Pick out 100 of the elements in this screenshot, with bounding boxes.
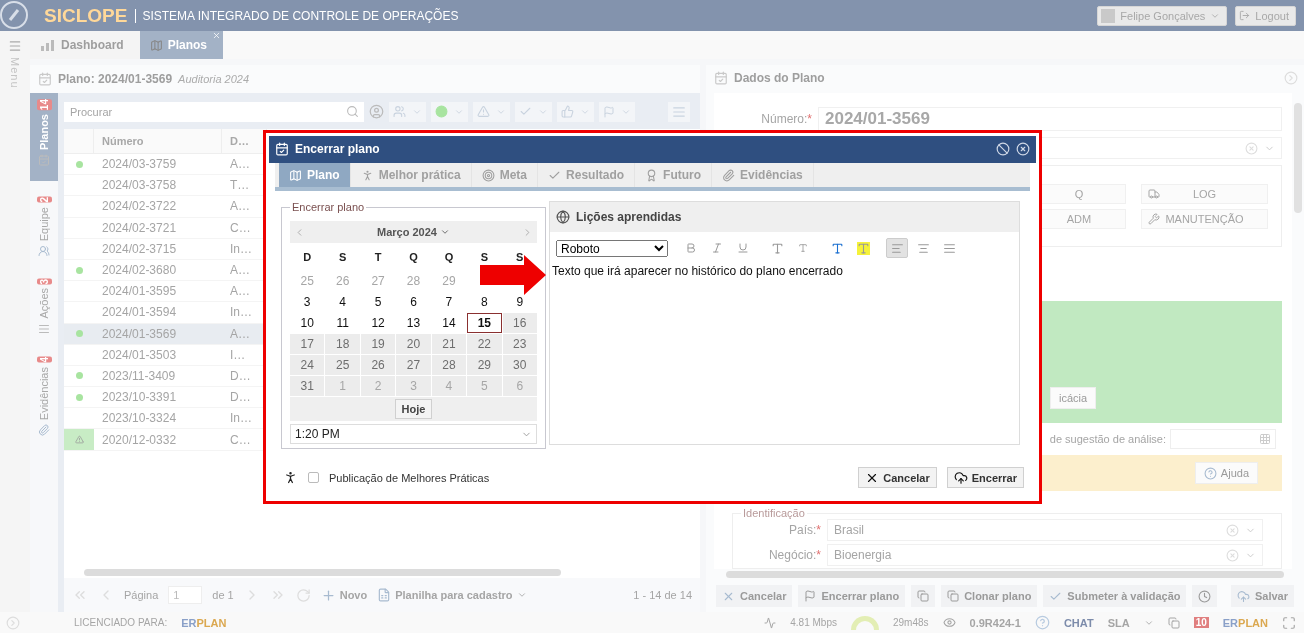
side-tab[interactable]: 14 Planos bbox=[30, 93, 58, 181]
weekday-label: Q bbox=[443, 250, 455, 266]
date-field[interactable] bbox=[1170, 429, 1276, 450]
team-icon bbox=[393, 105, 406, 118]
close-plan-button[interactable]: Encerrar bbox=[946, 467, 1024, 489]
dialog-tab[interactable]: Futuro bbox=[635, 162, 713, 188]
list-icon bbox=[38, 322, 50, 335]
action-button[interactable]: Clonar plano bbox=[941, 585, 1038, 608]
action-button[interactable]: Encerrar plano bbox=[798, 585, 906, 608]
efficacy-button[interactable]: icácia bbox=[1050, 387, 1097, 410]
like-filter-button[interactable] bbox=[557, 101, 594, 122]
warning-icon bbox=[74, 435, 84, 445]
table-cell-text: In… bbox=[229, 410, 253, 428]
page-label: Página bbox=[124, 589, 159, 601]
history-button[interactable] bbox=[1192, 585, 1218, 608]
table-cell-text: 2024/03-3758 bbox=[101, 177, 178, 195]
month-picker[interactable]: Março 2024 bbox=[371, 225, 456, 240]
align-left-icon[interactable] bbox=[886, 238, 908, 259]
view-icon bbox=[942, 616, 956, 629]
help-icon[interactable] bbox=[1034, 615, 1050, 630]
table-cell-text: 2024/02-3722 bbox=[101, 198, 178, 216]
group-legend: Encerrar plano bbox=[290, 201, 367, 214]
menu-icon[interactable] bbox=[8, 39, 22, 53]
block-icon[interactable] bbox=[996, 142, 1010, 157]
copy-button[interactable] bbox=[911, 585, 936, 608]
alert-filter-button[interactable] bbox=[473, 101, 510, 122]
table-cell-text: A… bbox=[229, 198, 251, 216]
dialog-tab[interactable]: Resultado bbox=[538, 162, 636, 188]
action-button[interactable]: Salvar bbox=[1230, 585, 1294, 608]
field-label: Negócio:* bbox=[767, 548, 821, 563]
wrench-icon bbox=[1148, 212, 1160, 225]
dialog-tab[interactable]: Meta bbox=[471, 162, 539, 188]
status-filter-button[interactable] bbox=[431, 101, 468, 122]
table-cell-text: 2024/02-3715 bbox=[101, 240, 178, 258]
spreadsheet-icon bbox=[377, 588, 392, 602]
tab[interactable]: Dashboard bbox=[30, 31, 140, 59]
flag-icon bbox=[804, 590, 817, 603]
refresh-icon[interactable] bbox=[295, 587, 311, 603]
user-filter-icon[interactable] bbox=[369, 104, 384, 119]
search-field[interactable]: Procurar bbox=[64, 101, 364, 122]
logout-button[interactable]: Logout bbox=[1235, 5, 1296, 26]
cancel-button[interactable]: Cancelar bbox=[858, 467, 937, 489]
clear-icon[interactable] bbox=[1226, 523, 1239, 537]
flag-filter-button[interactable] bbox=[599, 101, 635, 122]
module-button[interactable]: MANUTENÇÃO bbox=[1141, 208, 1268, 229]
clear-icon[interactable] bbox=[1245, 141, 1258, 155]
action-button[interactable]: Submeter à validação bbox=[1043, 585, 1187, 608]
table-cell-text: 2024/01-3594 bbox=[101, 304, 178, 322]
clear-icon[interactable] bbox=[1226, 548, 1239, 562]
team-icon bbox=[38, 244, 50, 257]
page-count: de 1 bbox=[212, 589, 234, 601]
calendar-grid-icon bbox=[1259, 433, 1271, 446]
select-field[interactable]: Bioenergia bbox=[827, 544, 1263, 567]
team-filter-button[interactable] bbox=[389, 101, 426, 122]
panel-subtitle: Auditoria 2024 bbox=[178, 73, 250, 85]
search-icon bbox=[346, 104, 359, 118]
page-field[interactable]: 1 bbox=[168, 586, 203, 604]
columns-button[interactable] bbox=[668, 101, 690, 122]
target-icon bbox=[481, 168, 495, 182]
table-cell-text: D… bbox=[229, 389, 252, 407]
column-header[interactable]: Número bbox=[94, 129, 222, 153]
dialog-tab[interactable]: Melhor prática bbox=[350, 162, 472, 188]
side-tab[interactable]: 4 Evidências bbox=[30, 350, 58, 442]
action-button[interactable]: Cancelar bbox=[716, 585, 793, 608]
side-tab[interactable]: 3 Ações bbox=[30, 272, 58, 341]
side-tab[interactable]: 2 Equipe bbox=[30, 191, 58, 263]
plus-icon bbox=[320, 587, 336, 603]
chat-link[interactable]: CHAT bbox=[1063, 616, 1094, 629]
today-button[interactable]: Hoje bbox=[394, 399, 433, 420]
map-icon bbox=[289, 168, 302, 182]
table-cell-text: 2023/10-3324 bbox=[101, 410, 178, 428]
table-cell-text: 2024/01-3569 bbox=[101, 325, 178, 343]
weekday-label: S bbox=[337, 250, 348, 266]
dialog-tab[interactable]: Evidências bbox=[712, 162, 814, 188]
check-filter-button[interactable] bbox=[515, 101, 552, 122]
dialog-tab[interactable]: Plano bbox=[279, 162, 351, 188]
fullscreen-icon[interactable] bbox=[1282, 615, 1296, 630]
expand-icon[interactable] bbox=[6, 615, 20, 630]
new-button[interactable]: Novo bbox=[320, 587, 368, 603]
user-menu-button[interactable]: Felipe Gonçalves bbox=[1097, 5, 1228, 26]
time-select[interactable]: 1:20 PM bbox=[290, 424, 537, 445]
tab[interactable]: Planos bbox=[139, 31, 224, 59]
spreadsheet-button[interactable]: Planilha para cadastro bbox=[377, 588, 527, 602]
vertical-scrollbar[interactable] bbox=[1294, 103, 1302, 214]
select-field[interactable]: Brasil bbox=[827, 519, 1263, 542]
checkbox-label: Publicação de Melhores Práticas bbox=[329, 471, 490, 484]
checkbox[interactable] bbox=[308, 472, 319, 484]
calendar-day[interactable]: 15 bbox=[467, 313, 502, 334]
record-range: 1 - 14 de 14 bbox=[633, 589, 692, 601]
sla-menu[interactable]: SLA bbox=[1107, 616, 1130, 629]
notification-count[interactable]: 10 bbox=[1193, 617, 1209, 628]
module-button[interactable]: LOG bbox=[1141, 183, 1268, 204]
dialog-title: Encerrar plano bbox=[295, 142, 380, 157]
font-select[interactable]: Roboto bbox=[556, 239, 668, 257]
warning-icon bbox=[477, 105, 490, 118]
table-cell-text: 2024/02-3680 bbox=[101, 262, 178, 280]
close-icon[interactable] bbox=[1016, 142, 1030, 157]
map-icon bbox=[149, 38, 163, 52]
help-button[interactable]: Ajuda bbox=[1194, 462, 1258, 485]
collapse-icon[interactable] bbox=[1284, 71, 1298, 86]
